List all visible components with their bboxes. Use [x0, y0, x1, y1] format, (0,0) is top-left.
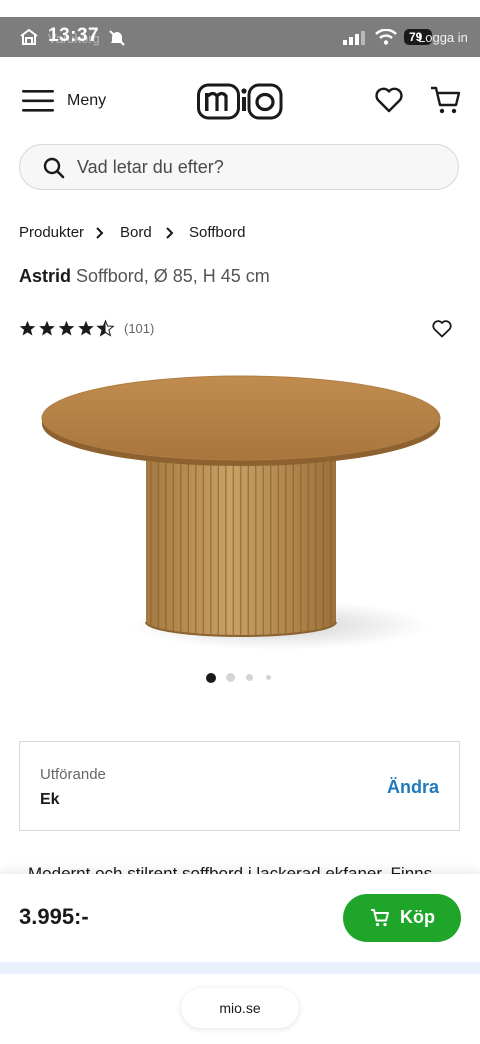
variant-value: Ek — [40, 791, 60, 808]
breadcrumb-item-produkter[interactable]: Produkter — [19, 224, 84, 241]
url-text: mio.se — [219, 1000, 261, 1016]
carousel-dot-active[interactable] — [206, 673, 216, 683]
carousel-dot[interactable] — [246, 674, 253, 681]
star-icon — [58, 320, 75, 336]
signal-icon — [343, 31, 365, 50]
star-rating[interactable] — [19, 319, 115, 337]
product-name: Astrid — [19, 266, 72, 286]
info-banner — [0, 962, 480, 974]
half-star-icon — [97, 320, 114, 336]
product-image[interactable] — [30, 360, 450, 650]
star-icon — [78, 320, 94, 336]
url-bar[interactable]: mio.se — [181, 988, 299, 1028]
variant-label: Utförande — [40, 766, 106, 783]
status-time: 13:37 — [48, 25, 100, 46]
status-ghost-right: Logga in — [418, 30, 468, 45]
review-count[interactable]: (101) — [124, 321, 154, 336]
chevron-right-icon — [165, 226, 175, 245]
price: 3.995:- — [19, 904, 89, 929]
chevron-right-icon — [95, 226, 105, 245]
mute-icon — [108, 29, 126, 52]
search-input[interactable] — [77, 145, 437, 189]
brand-logo[interactable] — [197, 80, 283, 122]
search-icon — [43, 157, 65, 184]
cart-icon[interactable] — [430, 85, 462, 120]
wishlist-icon[interactable] — [375, 87, 403, 118]
buy-label: Köp — [400, 907, 435, 927]
home-icon — [19, 28, 39, 51]
product-subtitle: Soffbord, Ø 85, H 45 cm — [76, 266, 270, 286]
wifi-icon — [375, 28, 397, 50]
variant-selector: Utförande Ek Ändra — [19, 741, 460, 831]
cart-icon — [370, 908, 390, 930]
menu-label[interactable]: Meny — [67, 92, 106, 110]
buy-bar: 3.995:- Köp — [0, 874, 480, 962]
star-icon — [39, 320, 55, 336]
carousel-dot[interactable] — [226, 673, 235, 682]
search-bar[interactable] — [19, 144, 459, 190]
breadcrumb-item-bord[interactable]: Bord — [120, 224, 152, 241]
wishlist-product-icon[interactable] — [432, 320, 452, 343]
change-variant-link[interactable]: Ändra — [387, 777, 439, 798]
hamburger-icon — [22, 88, 54, 119]
breadcrumb-item-soffbord[interactable]: Soffbord — [189, 224, 245, 241]
status-bar: Varukorg 13:37 79 Logga in — [0, 17, 480, 57]
buy-button[interactable]: Köp — [343, 894, 461, 942]
carousel-dot[interactable] — [266, 675, 271, 680]
browser-bar: mio.se — [0, 974, 480, 1044]
star-icon — [19, 320, 36, 336]
